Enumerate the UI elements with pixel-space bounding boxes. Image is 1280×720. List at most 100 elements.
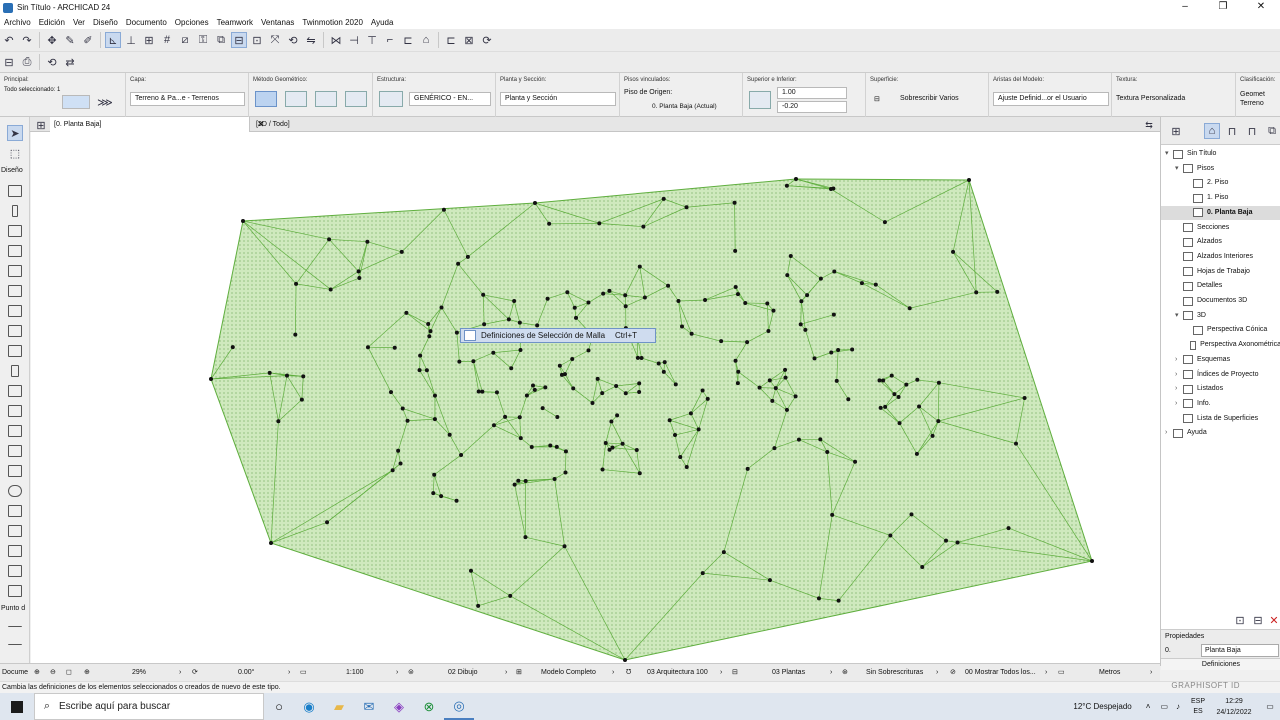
- project-map-icon[interactable]: ⊞: [1168, 123, 1184, 139]
- mesh-point[interactable]: [327, 237, 332, 242]
- mesh-point[interactable]: [678, 454, 683, 459]
- layout-icon[interactable]: ⊠: [461, 32, 477, 48]
- expand-arrow-icon[interactable]: ›: [1175, 382, 1183, 396]
- layer-select[interactable]: Terreno & Pa...e - Terrenos: [130, 92, 245, 106]
- mesh-point[interactable]: [623, 304, 628, 309]
- guide-lines-icon[interactable]: ⊾: [105, 32, 121, 48]
- mirror-icon[interactable]: ⇋: [303, 32, 319, 48]
- task-view-icon[interactable]: ○: [264, 693, 294, 720]
- mesh-point[interactable]: [365, 345, 370, 350]
- mesh-point[interactable]: [468, 568, 473, 573]
- mesh-point[interactable]: [936, 380, 941, 385]
- menu-opciones[interactable]: Opciones: [171, 18, 213, 27]
- mesh-point[interactable]: [432, 472, 437, 477]
- snap-guides-icon[interactable]: ⊥: [123, 32, 139, 48]
- mesh-point[interactable]: [745, 340, 750, 345]
- expand-arrow-icon[interactable]: ›: [1175, 368, 1183, 382]
- mesh-point[interactable]: [476, 603, 481, 608]
- navigator-item[interactable]: Alzados: [1161, 235, 1280, 249]
- mesh-point[interactable]: [571, 386, 576, 391]
- mesh-point[interactable]: [456, 261, 461, 266]
- mesh-point[interactable]: [439, 305, 444, 310]
- mesh-point[interactable]: [574, 315, 579, 320]
- mesh-point[interactable]: [328, 287, 333, 292]
- mesh-favorite-icon[interactable]: ⋙: [97, 94, 113, 110]
- mesh-point[interactable]: [432, 417, 437, 422]
- mesh-point[interactable]: [703, 297, 708, 302]
- mesh-point[interactable]: [597, 221, 602, 226]
- level-tool-icon[interactable]: [8, 639, 22, 645]
- mesh-point[interactable]: [881, 378, 886, 383]
- navigator-item[interactable]: › Ayuda: [1161, 426, 1280, 440]
- mesh-point[interactable]: [666, 283, 671, 288]
- mesh-point[interactable]: [661, 369, 666, 374]
- navigator-item[interactable]: 2. Piso: [1161, 176, 1280, 190]
- mesh-point[interactable]: [882, 220, 887, 225]
- angle-value[interactable]: 0.00°: [238, 664, 254, 682]
- mesh-point[interactable]: [773, 386, 778, 391]
- mesh-point[interactable]: [700, 571, 705, 576]
- menu-twinmotion[interactable]: Twinmotion 2020: [298, 18, 366, 27]
- mesh-point[interactable]: [555, 415, 560, 420]
- mesh-point[interactable]: [586, 348, 591, 353]
- shell-tool-icon[interactable]: [8, 285, 22, 297]
- renovation-arrow-icon[interactable]: ›: [1045, 664, 1047, 682]
- print-icon[interactable]: ⎙: [19, 54, 35, 70]
- mesh-point[interactable]: [888, 533, 893, 538]
- mesh-point[interactable]: [812, 356, 817, 361]
- pick-up-icon[interactable]: ✥: [44, 32, 60, 48]
- mesh-point[interactable]: [816, 596, 821, 601]
- mesh-point[interactable]: [783, 367, 788, 372]
- mesh-point[interactable]: [491, 423, 496, 428]
- navigator-item[interactable]: Secciones: [1161, 221, 1280, 235]
- mesh-point[interactable]: [545, 296, 550, 301]
- suspend-groups-icon[interactable]: ⊟: [231, 32, 247, 48]
- mesh-point[interactable]: [565, 290, 570, 295]
- drag-icon[interactable]: ⤧: [267, 32, 283, 48]
- minimize-icon[interactable]: –: [1166, 0, 1204, 15]
- mesh-point[interactable]: [831, 312, 836, 317]
- file-explorer-icon[interactable]: ▰: [324, 693, 354, 720]
- navigator-item[interactable]: › Índices de Proyecto: [1161, 368, 1280, 382]
- view-map-icon[interactable]: ⌂: [1204, 123, 1220, 139]
- mesh-point[interactable]: [830, 512, 835, 517]
- mesh-point[interactable]: [818, 276, 823, 281]
- arrow-tool-icon[interactable]: ➤: [7, 125, 23, 141]
- mesh-point[interactable]: [480, 389, 485, 394]
- graphisoft-id-label[interactable]: GRAPHISOFT ID: [1171, 681, 1240, 690]
- mesh-point[interactable]: [620, 441, 625, 446]
- navigator-item[interactable]: Alzados Interiores: [1161, 250, 1280, 264]
- railing-tool-icon[interactable]: [8, 325, 22, 337]
- fillet-icon[interactable]: ⌐: [382, 32, 398, 48]
- mesh-point[interactable]: [431, 491, 436, 496]
- curtain-wall-tool-icon[interactable]: [8, 345, 22, 357]
- geometry-method-flat-icon[interactable]: [255, 91, 277, 107]
- mesh-point[interactable]: [829, 350, 834, 355]
- menu-documento[interactable]: Documento: [122, 18, 171, 27]
- mesh-point[interactable]: [557, 363, 562, 368]
- mesh-point[interactable]: [930, 433, 935, 438]
- terrain-mesh[interactable]: [31, 132, 1160, 663]
- mesh-point[interactable]: [481, 292, 486, 297]
- object-tool-icon[interactable]: [8, 445, 22, 457]
- mesh-point[interactable]: [743, 300, 748, 305]
- tab-floor-plan[interactable]: [0. Planta Baja] ✕: [50, 117, 265, 132]
- mesh-tool-icon[interactable]: [8, 465, 22, 477]
- tray-chevron-icon[interactable]: ˄: [1146, 702, 1151, 711]
- mesh-point[interactable]: [832, 269, 837, 274]
- floor-plan-canvas[interactable]: [31, 132, 1160, 663]
- classification-value-2[interactable]: Terreno: [1240, 100, 1264, 107]
- mesh-point[interactable]: [516, 478, 521, 483]
- expand-arrow-icon[interactable]: ›: [1175, 353, 1183, 367]
- mesh-point[interactable]: [529, 445, 534, 450]
- mesh-point[interactable]: [796, 437, 801, 442]
- start-button[interactable]: [0, 693, 34, 720]
- mesh-point[interactable]: [656, 361, 661, 366]
- mesh-point[interactable]: [974, 290, 979, 295]
- mesh-point[interactable]: [607, 288, 612, 293]
- mesh-point[interactable]: [595, 376, 600, 381]
- mesh-point[interactable]: [508, 593, 513, 598]
- slab-tool-icon[interactable]: [8, 245, 22, 257]
- mesh-point[interactable]: [689, 331, 694, 336]
- roof-tool-icon[interactable]: [8, 265, 22, 277]
